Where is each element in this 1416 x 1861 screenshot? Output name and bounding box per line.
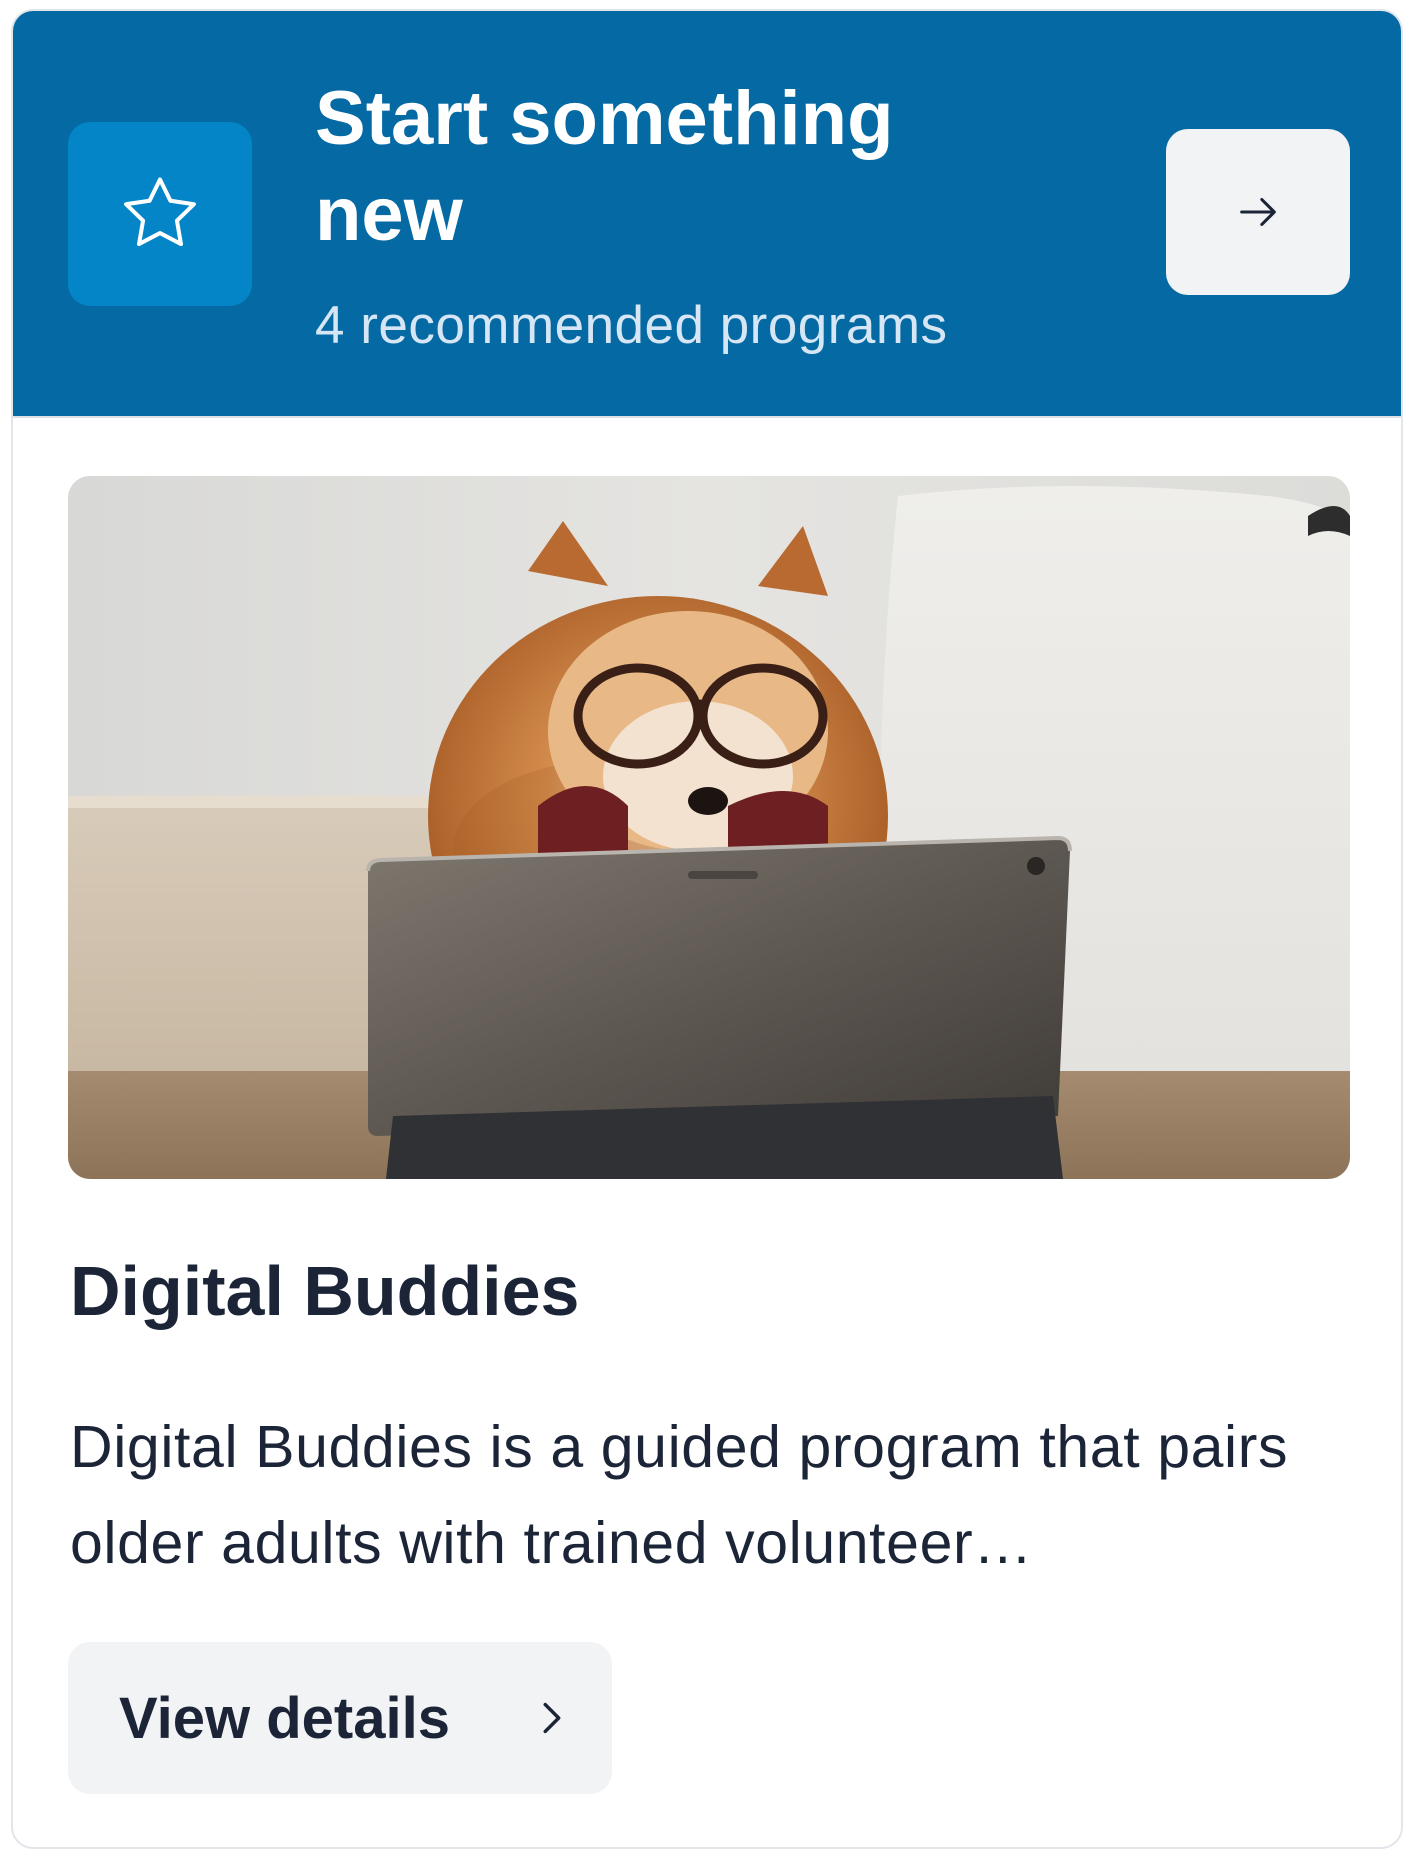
- header-subtitle: 4 recommended programs: [315, 296, 948, 355]
- card-header: Start something new 4 recommended progra…: [13, 11, 1401, 416]
- header-title: Start something new: [315, 76, 894, 257]
- star-icon-tile: [68, 122, 252, 306]
- header-divider: [13, 416, 1401, 418]
- view-details-label: View details: [119, 1685, 450, 1751]
- program-image: [68, 476, 1350, 1179]
- program-title: Digital Buddies: [70, 1252, 580, 1330]
- open-recommendations-button[interactable]: [1166, 129, 1350, 295]
- star-icon: [124, 177, 196, 247]
- chevron-right-icon: [543, 1702, 561, 1734]
- program-description: Digital Buddies is a guided program that…: [70, 1414, 1289, 1576]
- program-card: Start something new 4 recommended progra…: [11, 9, 1403, 1849]
- view-details-button[interactable]: View details: [68, 1642, 612, 1794]
- arrow-right-icon: [1240, 198, 1276, 226]
